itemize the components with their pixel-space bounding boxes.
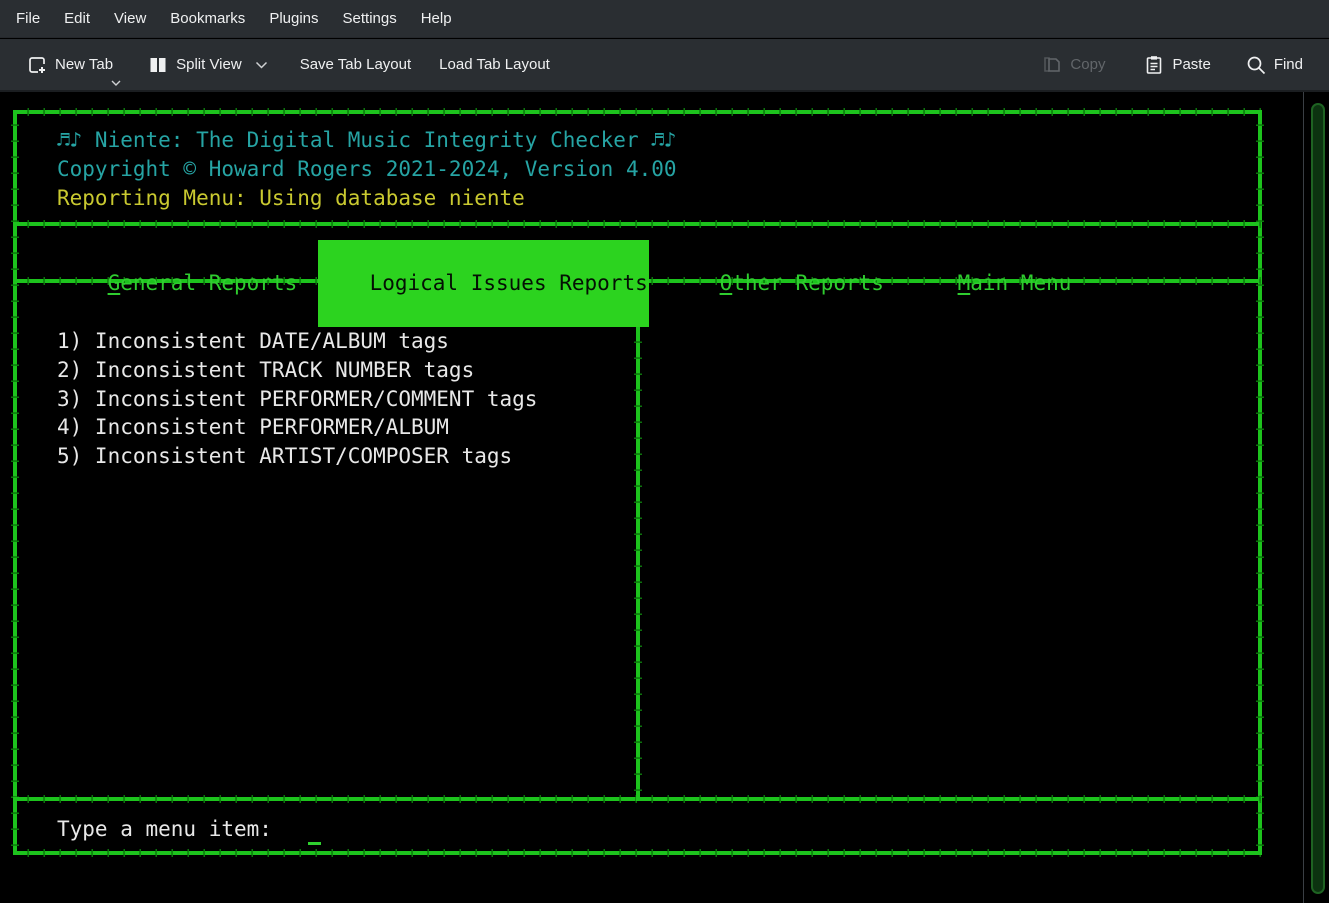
save-tab-layout-label: Save Tab Layout [300, 56, 411, 73]
new-tab-icon [26, 54, 48, 76]
menu-edit[interactable]: Edit [52, 0, 102, 38]
menu-item-4[interactable]: 4) Inconsistent PERFORMER/ALBUM [57, 413, 537, 442]
paste-button[interactable]: Paste [1133, 48, 1220, 82]
split-view-chevron-icon[interactable] [255, 61, 268, 69]
split-view-icon [147, 54, 169, 76]
menu-view[interactable]: View [102, 0, 158, 38]
find-button[interactable]: Find [1235, 48, 1313, 82]
text-cursor[interactable] [308, 842, 321, 845]
menu-bar: File Edit View Bookmarks Plugins Setting… [0, 0, 1329, 38]
app-title: ♬♪ Niente: The Digital Music Integrity C… [57, 126, 677, 155]
load-tab-layout-button[interactable]: Load Tab Layout [429, 50, 560, 79]
divider-below-header [13, 222, 1262, 226]
load-tab-layout-label: Load Tab Layout [439, 56, 550, 73]
tab-general-reports[interactable]: General Reports [57, 240, 297, 327]
box-border-bottom [13, 851, 1262, 855]
terminal-area[interactable]: ♬♪ Niente: The Digital Music Integrity C… [0, 92, 1329, 903]
panel-divider [636, 279, 640, 801]
tab-main-menu[interactable]: Main Menu [907, 240, 1071, 327]
status-line: Reporting Menu: Using database niente [57, 184, 525, 213]
copyright-line: Copyright © Howard Rogers 2021-2024, Ver… [57, 155, 677, 184]
menu-plugins[interactable]: Plugins [257, 0, 330, 38]
menu-settings[interactable]: Settings [331, 0, 409, 38]
split-view-label: Split View [176, 56, 242, 73]
save-tab-layout-button[interactable]: Save Tab Layout [290, 50, 421, 79]
find-label: Find [1274, 56, 1303, 73]
menu-item-2[interactable]: 2) Inconsistent TRACK NUMBER tags [57, 356, 537, 385]
report-menu-list: 1) Inconsistent DATE/ALBUM tags 2) Incon… [57, 327, 537, 471]
new-tab-button[interactable]: New Tab [16, 48, 123, 82]
scrollbar-thumb[interactable] [1311, 103, 1325, 894]
tab-logical-issues-reports[interactable]: Logical Issues Reports [318, 240, 649, 327]
copy-label: Copy [1070, 56, 1105, 73]
copy-icon [1041, 54, 1063, 76]
box-border-top [13, 110, 1262, 114]
new-tab-label: New Tab [55, 56, 113, 73]
scrollbar-track-separator [1303, 92, 1304, 903]
paste-label: Paste [1172, 56, 1210, 73]
menu-item-5[interactable]: 5) Inconsistent ARTIST/COMPOSER tags [57, 442, 537, 471]
menu-bookmarks[interactable]: Bookmarks [158, 0, 257, 38]
new-tab-dropdown-chevron-icon[interactable] [111, 80, 121, 86]
menu-file[interactable]: File [4, 0, 52, 38]
paste-icon [1143, 54, 1165, 76]
tab-other-reports[interactable]: Other Reports [669, 240, 884, 327]
menu-item-1[interactable]: 1) Inconsistent DATE/ALBUM tags [57, 327, 537, 356]
split-view-button[interactable]: Split View [137, 48, 278, 82]
menu-item-3[interactable]: 3) Inconsistent PERFORMER/COMMENT tags [57, 385, 537, 414]
prompt-label: Type a menu item: [57, 815, 272, 844]
toolbar: New Tab Split View Save Tab Layout Load … [0, 39, 1329, 92]
menu-help[interactable]: Help [409, 0, 464, 38]
copy-button: Copy [1031, 48, 1115, 82]
find-icon [1245, 54, 1267, 76]
